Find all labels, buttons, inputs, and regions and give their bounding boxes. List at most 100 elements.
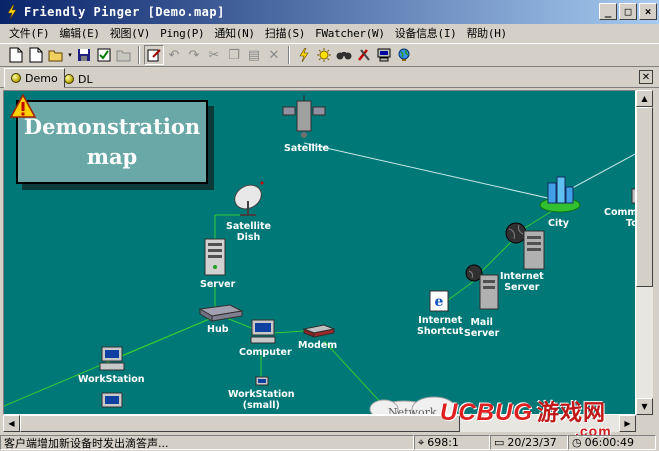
status-coords-panel: ⌖ 698:1 bbox=[414, 435, 490, 450]
link-computer-modem bbox=[273, 330, 305, 334]
label-satellite[interactable]: Satellite bbox=[284, 143, 329, 154]
map-title-line1: Demonstration bbox=[23, 114, 201, 139]
hub-node bbox=[198, 304, 244, 322]
menu-device-info[interactable]: 设备信息(I) bbox=[390, 25, 462, 41]
scroll-left-icon[interactable]: ◀ bbox=[3, 415, 20, 432]
menu-ping[interactable]: Ping(P) bbox=[155, 27, 209, 40]
menu-notify[interactable]: 通知(N) bbox=[209, 25, 259, 41]
mail-server-node bbox=[465, 264, 499, 310]
minimize-button[interactable]: _ bbox=[599, 3, 617, 20]
new-map-icon[interactable] bbox=[6, 45, 26, 65]
label-server[interactable]: Server bbox=[200, 279, 235, 290]
tab-status-icon bbox=[64, 74, 74, 84]
label-line: Dish bbox=[236, 232, 261, 243]
edit-icon[interactable] bbox=[144, 45, 164, 65]
map-tab-bar: Demo DL ✕ bbox=[0, 68, 659, 88]
label-line: WorkStation bbox=[228, 389, 295, 400]
scroll-down-icon[interactable]: ▼ bbox=[636, 398, 653, 415]
tools-icon[interactable] bbox=[354, 45, 374, 65]
label-line: Shortcut bbox=[417, 326, 464, 337]
label-city[interactable]: City bbox=[548, 218, 569, 229]
label-satellite-dish[interactable]: Satellite Dish bbox=[226, 221, 271, 243]
label-workstation-small[interactable]: WorkStation (small) bbox=[228, 389, 295, 411]
horizontal-scroll-thumb[interactable] bbox=[20, 415, 460, 432]
menu-scan[interactable]: 扫描(S) bbox=[260, 25, 310, 41]
redo-icon[interactable]: ↷ bbox=[184, 45, 204, 65]
label-internet-server[interactable]: Internet Server bbox=[500, 271, 544, 293]
scroll-up-icon[interactable]: ▲ bbox=[636, 90, 653, 107]
status-date: 20/23/37 bbox=[507, 436, 557, 449]
menu-bar: 文件(F) 编辑(E) 视图(V) Ping(P) 通知(N) 扫描(S) FW… bbox=[0, 24, 659, 42]
label-line: Satellite bbox=[226, 221, 271, 232]
menu-view[interactable]: 视图(V) bbox=[105, 25, 155, 41]
map-title-box[interactable]: Demonstration map bbox=[16, 100, 208, 184]
label-line: Internet bbox=[500, 271, 544, 282]
watermark-brand: UCBUG bbox=[440, 399, 533, 426]
workstation-small-node bbox=[255, 376, 269, 386]
label-workstation[interactable]: WorkStation bbox=[78, 374, 145, 385]
menu-file[interactable]: 文件(F) bbox=[4, 25, 54, 41]
menu-edit[interactable]: 编辑(E) bbox=[54, 25, 104, 41]
workstation-node-2 bbox=[101, 392, 123, 408]
network-map-canvas[interactable]: e Demonstration map Satellite Satellite … bbox=[3, 90, 636, 415]
label-line: Server bbox=[464, 328, 500, 339]
tab-label: Demo bbox=[25, 71, 58, 85]
undo-icon[interactable]: ↶ bbox=[164, 45, 184, 65]
clock-icon: ◷ bbox=[572, 436, 582, 449]
close-tab-icon[interactable]: ✕ bbox=[639, 70, 653, 84]
toolbar-separator bbox=[138, 46, 140, 64]
new-doc-icon[interactable] bbox=[26, 45, 46, 65]
label-hub[interactable]: Hub bbox=[207, 324, 229, 335]
svg-text:e: e bbox=[435, 294, 444, 310]
folder-icon[interactable] bbox=[114, 45, 134, 65]
title-bar: Friendly Pinger [Demo.map] _ □ × bbox=[0, 0, 659, 24]
watermark-logo: UCBUG 游戏网 .com bbox=[440, 395, 611, 439]
status-message: 客户端增加新设备时发出滴答声... bbox=[0, 435, 414, 450]
label-line: Mail bbox=[470, 317, 493, 328]
city-node bbox=[539, 176, 581, 213]
menu-help[interactable]: 帮助(H) bbox=[461, 25, 511, 41]
link-hub-workstation bbox=[113, 314, 220, 360]
window-title: Friendly Pinger [Demo.map] bbox=[24, 5, 225, 19]
alert-icon[interactable] bbox=[314, 45, 334, 65]
status-bar: 客户端增加新设备时发出滴答声... ⌖ 698:1 ▭ 20/23/37 ◷ 0… bbox=[0, 434, 659, 451]
label-computer[interactable]: Computer bbox=[239, 347, 292, 358]
label-community[interactable]: Commu To bbox=[604, 207, 635, 229]
label-modem[interactable]: Modem bbox=[298, 340, 337, 351]
internet-server-node bbox=[505, 222, 545, 270]
label-line: Server bbox=[504, 282, 540, 293]
modem-node bbox=[302, 324, 336, 338]
computer-icon[interactable] bbox=[374, 45, 394, 65]
status-time: 06:00:49 bbox=[584, 436, 635, 449]
find-icon[interactable] bbox=[334, 45, 354, 65]
tab-demo[interactable]: Demo bbox=[4, 68, 65, 88]
satellite-dish-node bbox=[234, 181, 264, 216]
label-line: To bbox=[626, 218, 635, 229]
link-internet-mail bbox=[481, 238, 515, 272]
scroll-right-icon[interactable]: ▶ bbox=[619, 415, 636, 432]
vertical-scroll-thumb[interactable] bbox=[636, 107, 653, 287]
cut-icon[interactable]: ✂ bbox=[204, 45, 224, 65]
label-network[interactable]: Network bbox=[388, 407, 437, 414]
paste-icon[interactable]: ▤ bbox=[244, 45, 264, 65]
open-icon[interactable] bbox=[46, 45, 66, 65]
watermark-cn: 游戏网 bbox=[537, 400, 607, 425]
computer-node bbox=[250, 319, 276, 344]
save-icon[interactable] bbox=[74, 45, 94, 65]
maximize-button[interactable]: □ bbox=[619, 3, 637, 20]
server-node bbox=[204, 238, 226, 276]
copy-icon[interactable]: ❐ bbox=[224, 45, 244, 65]
label-mail-server[interactable]: Mail Server bbox=[464, 317, 499, 339]
ping-icon[interactable] bbox=[294, 45, 314, 65]
globe-icon[interactable] bbox=[394, 45, 414, 65]
label-line: Commu bbox=[604, 207, 635, 218]
close-button[interactable]: × bbox=[639, 3, 657, 20]
open-dropdown-icon[interactable]: ▾ bbox=[66, 45, 74, 65]
vertical-scrollbar[interactable]: ▲ ▼ bbox=[636, 90, 653, 415]
delete-icon[interactable]: ✕ bbox=[264, 45, 284, 65]
menu-fwatcher[interactable]: FWatcher(W) bbox=[310, 27, 390, 40]
properties-icon[interactable] bbox=[94, 45, 114, 65]
toolbar-separator bbox=[288, 46, 290, 64]
app-lightning-icon[interactable] bbox=[4, 4, 20, 20]
label-internet-shortcut[interactable]: Internet Shortcut bbox=[417, 315, 463, 337]
